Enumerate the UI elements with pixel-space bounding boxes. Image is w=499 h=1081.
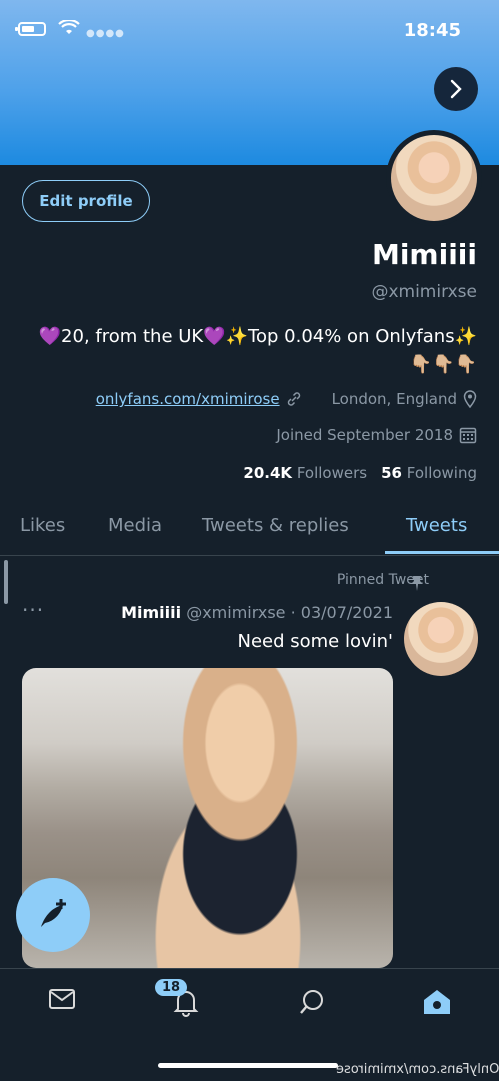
profile-avatar[interactable] <box>386 130 482 226</box>
following-stat[interactable]: 56 Following <box>381 464 477 482</box>
followers-label: Followers <box>296 464 368 482</box>
status-time: 18:45 <box>403 20 461 41</box>
tab-media[interactable]: Media <box>108 515 162 536</box>
battery-icon <box>15 22 46 36</box>
notification-badge: 18 <box>155 979 188 996</box>
tweet-meta: @xmimirxse · 03/07/2021 <box>186 603 393 622</box>
avatar-image <box>391 135 477 221</box>
chevron-right-icon <box>450 79 462 99</box>
followers-stat[interactable]: 20.4K Followers <box>243 464 367 482</box>
profile-joined: Joined September 2018 <box>276 426 477 444</box>
profile-handle: @xmimirxse <box>371 282 477 302</box>
tweet-text: Need some lovin' <box>237 631 393 652</box>
tweet-header: Mimiiii @xmimirxse · 03/07/2021 <box>121 603 393 622</box>
media-figure <box>132 668 372 968</box>
link-icon <box>287 392 300 406</box>
tweet-avatar[interactable] <box>404 602 478 676</box>
following-count: 56 <box>381 464 402 482</box>
status-bar: ●●●● 18:45 <box>0 16 499 46</box>
followers-count: 20.4K <box>243 464 293 482</box>
following-label: Following <box>406 464 477 482</box>
messages-nav[interactable] <box>48 987 76 1015</box>
home-nav[interactable] <box>422 987 452 1021</box>
compose-feather-icon <box>41 899 66 927</box>
tab-tweets-replies[interactable]: Tweets & replies <box>202 515 349 536</box>
pinned-label: Pinned Tweet <box>336 572 429 588</box>
profile-meta: onlyfans.com/xmimirose London, England <box>96 390 477 408</box>
joined-text: Joined September 2018 <box>276 426 453 444</box>
search-icon <box>300 990 323 1014</box>
search-nav[interactable] <box>298 987 326 1021</box>
active-tab-indicator <box>385 551 499 554</box>
edit-profile-button[interactable]: Edit profile <box>22 180 150 222</box>
forward-button[interactable] <box>434 67 478 111</box>
tab-likes[interactable]: Likes <box>20 515 65 536</box>
calendar-icon <box>459 427 477 444</box>
compose-tweet-button[interactable] <box>16 878 90 952</box>
home-indicator <box>158 1063 338 1068</box>
signal-dots-icon: ●●●● <box>86 28 125 39</box>
profile-name: Mimiiii <box>371 238 477 271</box>
tweet-more-button[interactable]: ··· <box>22 598 44 622</box>
home-icon <box>424 990 450 1014</box>
wifi-icon <box>58 18 80 40</box>
mail-icon <box>49 989 75 1009</box>
follow-stats: 20.4K Followers 56 Following <box>243 464 477 482</box>
scroll-indicator <box>4 560 8 604</box>
tweet-author[interactable]: Mimiiii <box>121 603 181 622</box>
tab-tweets[interactable]: Tweets <box>406 515 467 536</box>
profile-location: London, England <box>331 390 457 408</box>
watermark-text: OnlyFans.com/xmimirose <box>335 1062 499 1077</box>
profile-link[interactable]: onlyfans.com/xmimirose <box>96 390 280 408</box>
profile-tabs: Tweets Tweets & replies Media Likes <box>0 505 499 556</box>
profile-bio: 💜20, from the UK💜✨Top 0.04% on Onlyfans✨… <box>38 326 477 375</box>
location-pin-icon <box>463 390 477 408</box>
